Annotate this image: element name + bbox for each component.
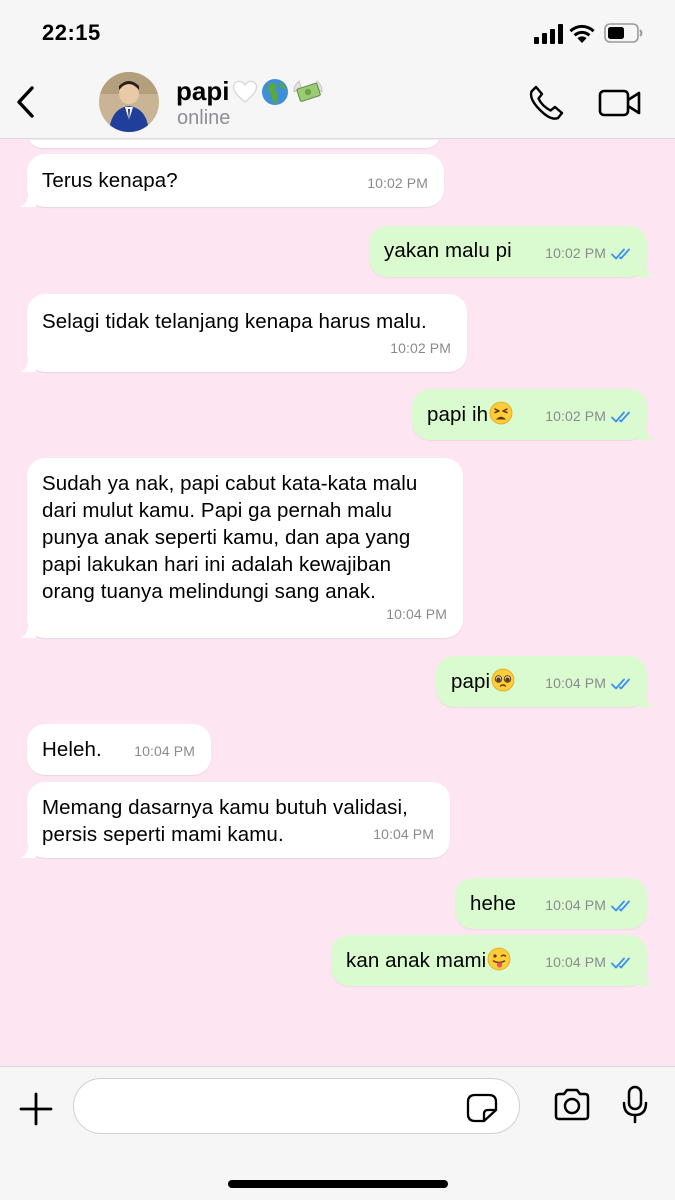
message-time: 10:04 PM: [545, 670, 633, 697]
bubble-tail: [20, 191, 36, 207]
tongue-face-emoji-icon: [487, 947, 511, 971]
globe-icon: [262, 78, 289, 105]
message-time: 10:04 PM: [545, 949, 633, 976]
contact-avatar[interactable]: [99, 72, 159, 132]
bubble-tail: [638, 424, 654, 440]
message-bubble-outgoing[interactable]: kan anak mami 10:04 PM: [331, 935, 654, 986]
message-bubble-incoming[interactable]: Heleh. 10:04 PM: [27, 724, 211, 775]
home-indicator[interactable]: [228, 1180, 448, 1188]
message-text: Terus kenapa?: [42, 169, 178, 192]
video-call-icon[interactable]: [598, 87, 642, 119]
message-bubble-incoming[interactable]: Terus kenapa? 10:02 PM: [20, 154, 444, 207]
pleading-face-emoji-icon: [491, 668, 515, 692]
message-time: 10:04 PM: [373, 826, 434, 842]
message-bubble-incoming[interactable]: Sudah ya nak, papi cabut kata-kata malu …: [20, 458, 463, 638]
contact-status: online: [177, 107, 231, 129]
message-time: 10:02 PM: [390, 340, 451, 356]
message-bubble-incoming[interactable]: Selagi tidak telanjang kenapa harus malu…: [20, 294, 467, 372]
message-text-line: orang tuanya melindungi sang anak.: [42, 580, 376, 603]
message-text: hehe: [470, 892, 517, 915]
read-receipt-ticks-icon: [611, 411, 630, 422]
message-text-line: dari mulut kamu. Papi ga pernah malu: [42, 499, 393, 522]
message-bubble-outgoing[interactable]: papi ih 10:02 PM: [412, 389, 654, 440]
message-time: 10:02 PM: [367, 175, 428, 191]
message-input[interactable]: [73, 1078, 520, 1134]
bubble-tail: [20, 842, 36, 858]
read-receipt-ticks-icon: [611, 248, 630, 259]
message-text-line: papi lakukan hari ini adalah kewajiban: [42, 553, 392, 576]
message-time: 10:02 PM: [545, 403, 633, 430]
phone-call-icon[interactable]: [527, 84, 565, 122]
bubble-tail: [638, 261, 654, 277]
contact-name[interactable]: papi: [176, 76, 325, 107]
wifi-icon: [569, 24, 595, 43]
message-text: Selagi tidak telanjang kenapa harus malu…: [42, 310, 427, 333]
message-text: papi ih: [427, 401, 513, 428]
white-heart-icon: [233, 80, 258, 103]
chat-header: 22:15 papi online: [0, 0, 675, 139]
avatar-photo: [99, 72, 159, 132]
contact-name-text: papi: [176, 76, 230, 106]
read-receipt-ticks-icon: [611, 678, 630, 689]
microphone-icon[interactable]: [620, 1085, 650, 1125]
battery-icon: [604, 23, 643, 43]
message-time: 10:04 PM: [386, 606, 447, 622]
back-chevron-icon[interactable]: [12, 84, 42, 120]
message-text-line: Sudah ya nak, papi cabut kata-kata malu: [42, 472, 418, 495]
message-bubble-outgoing[interactable]: yakan malu pi 10:02 PM: [369, 226, 654, 277]
plus-icon[interactable]: [18, 1091, 54, 1127]
status-time: 22:15: [42, 20, 101, 45]
bubble-tail: [20, 622, 36, 638]
message-time: 10:04 PM: [545, 892, 633, 919]
cellular-signal-icon: [534, 24, 563, 44]
bubble-tail: [20, 356, 36, 372]
money-with-wings-icon: [293, 79, 323, 102]
tired-face-emoji-icon: [489, 401, 513, 425]
message-text: Heleh.: [42, 738, 102, 761]
camera-icon[interactable]: [552, 1087, 592, 1123]
message-text-line: Memang dasarnya kamu butuh validasi,: [42, 796, 408, 819]
message-time: 10:02 PM: [545, 240, 633, 267]
message-text-line: persis seperti mami kamu.: [42, 823, 284, 846]
message-bubble-incoming[interactable]: Memang dasarnya kamu butuh validasi, per…: [20, 782, 450, 858]
read-receipt-ticks-icon: [611, 900, 630, 911]
message-time: 10:04 PM: [134, 743, 195, 759]
composer-bar: [0, 1066, 675, 1200]
message-bubble-outgoing[interactable]: hehe 10:04 PM: [455, 878, 647, 929]
message-list[interactable]: Terus kenapa? 10:02 PM yakan malu pi 10:…: [0, 140, 675, 1066]
message-text: yakan malu pi: [384, 239, 512, 262]
read-receipt-ticks-icon: [611, 957, 630, 968]
message-bubble-partial: [27, 140, 441, 148]
message-text: papi: [451, 668, 515, 695]
bubble-tail: [638, 691, 654, 707]
sticker-icon[interactable]: [466, 1093, 498, 1123]
message-text-line: punya anak seperti kamu, dan apa yang: [42, 526, 411, 549]
message-bubble-outgoing[interactable]: papi 10:04 PM: [436, 656, 654, 707]
bubble-tail: [638, 970, 654, 986]
message-text: kan anak mami: [346, 947, 511, 974]
